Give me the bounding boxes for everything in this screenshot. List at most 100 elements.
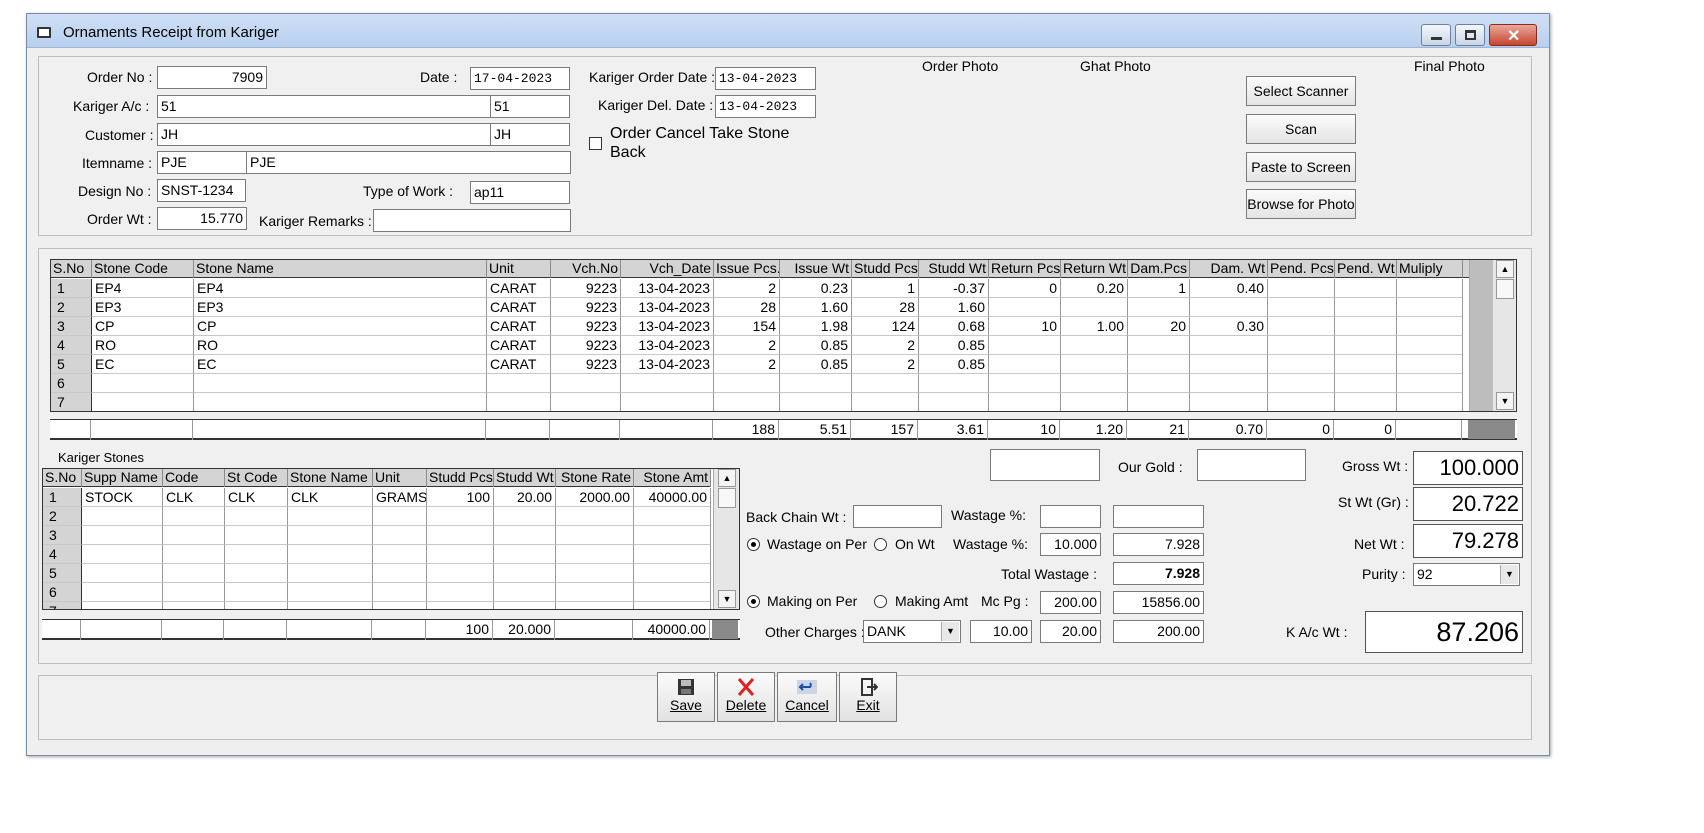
table-cell[interactable] — [1061, 336, 1128, 355]
table-cell[interactable] — [427, 526, 494, 545]
table-cell[interactable]: 0 — [989, 279, 1061, 298]
table-cell[interactable]: 13-04-2023 — [621, 336, 714, 355]
table-cell[interactable] — [1128, 393, 1190, 411]
scroll-up-icon[interactable]: ▲ — [1496, 260, 1514, 278]
table-cell[interactable] — [92, 393, 194, 411]
table-cell[interactable]: 9223 — [551, 336, 621, 355]
table-cell[interactable] — [225, 564, 288, 583]
table-cell[interactable] — [163, 564, 225, 583]
table-cell[interactable] — [225, 507, 288, 526]
table-cell[interactable] — [1061, 355, 1128, 374]
table-cell[interactable]: CARAT — [487, 298, 551, 317]
table-cell[interactable]: EP4 — [194, 279, 487, 298]
table-cell[interactable] — [989, 393, 1061, 411]
minimize-button[interactable] — [1421, 24, 1451, 46]
wastage-value-field[interactable]: 7.928 — [1113, 533, 1204, 556]
table-cell[interactable]: 0.85 — [780, 355, 852, 374]
table-cell[interactable] — [373, 507, 427, 526]
table-cell[interactable] — [1128, 336, 1190, 355]
table-cell[interactable]: RO — [194, 336, 487, 355]
table-cell[interactable] — [852, 374, 919, 393]
other-charges-select[interactable]: DANK ▼ — [863, 620, 961, 643]
table-cell[interactable]: 1.60 — [919, 298, 989, 317]
table-cell[interactable] — [714, 393, 780, 411]
table-cell[interactable]: CLK — [163, 488, 225, 507]
table-cell[interactable]: 2 — [714, 336, 780, 355]
table-cell[interactable]: 0.68 — [919, 317, 989, 336]
table-cell[interactable]: CP — [194, 317, 487, 336]
table-cell[interactable] — [163, 583, 225, 602]
table-cell[interactable]: 28 — [852, 298, 919, 317]
table-cell[interactable] — [82, 602, 163, 609]
table-cell[interactable] — [1397, 279, 1463, 298]
paste-to-screen-button[interactable]: Paste to Screen — [1246, 152, 1356, 182]
kariger-ac-name-field[interactable]: 51 — [490, 95, 570, 118]
table-cell[interactable] — [1061, 298, 1128, 317]
table-cell[interactable] — [621, 393, 714, 411]
order-cancel-checkbox[interactable] — [589, 137, 602, 150]
scroll-down-icon[interactable]: ▼ — [1496, 392, 1514, 410]
wastage-pct-field-1[interactable] — [1040, 505, 1101, 528]
table-cell[interactable] — [634, 507, 711, 526]
table-cell[interactable] — [1128, 355, 1190, 374]
mc-amt-field[interactable]: 15856.00 — [1113, 591, 1204, 614]
table-cell[interactable] — [1268, 298, 1335, 317]
table-cell[interactable]: 0.85 — [780, 336, 852, 355]
customer-name-field[interactable]: JH — [490, 123, 570, 146]
table-cell[interactable] — [373, 545, 427, 564]
table-cell[interactable] — [1397, 374, 1463, 393]
table-cell[interactable]: 2 — [852, 336, 919, 355]
table-cell[interactable] — [1128, 298, 1190, 317]
table-cell[interactable]: 13-04-2023 — [621, 279, 714, 298]
table-cell[interactable] — [82, 545, 163, 564]
table-cell[interactable] — [919, 393, 989, 411]
table-cell[interactable] — [373, 564, 427, 583]
table-cell[interactable] — [989, 374, 1061, 393]
table-cell[interactable]: 20.00 — [494, 488, 556, 507]
table-cell[interactable] — [1335, 317, 1397, 336]
table-cell[interactable]: 0.23 — [780, 279, 852, 298]
table-cell[interactable] — [494, 583, 556, 602]
table-cell[interactable] — [373, 602, 427, 609]
table-cell[interactable] — [82, 526, 163, 545]
table-cell[interactable]: 13-04-2023 — [621, 317, 714, 336]
table-cell[interactable]: 1.60 — [780, 298, 852, 317]
table-cell[interactable] — [427, 564, 494, 583]
on-wt-radio[interactable] — [874, 538, 887, 551]
date-field[interactable]: 17-04-2023 — [470, 67, 570, 90]
table-cell[interactable] — [1190, 393, 1268, 411]
browse-for-photo-button[interactable]: Browse for Photo — [1246, 189, 1356, 219]
table-cell[interactable]: 1 — [852, 279, 919, 298]
kariger-del-date-field[interactable]: 13-04-2023 — [715, 95, 816, 118]
table-cell[interactable]: 100 — [427, 488, 494, 507]
table-cell[interactable] — [1397, 298, 1463, 317]
table-cell[interactable]: CARAT — [487, 336, 551, 355]
table-cell[interactable] — [621, 374, 714, 393]
chevron-down-icon[interactable]: ▼ — [941, 622, 959, 641]
table-cell[interactable] — [494, 602, 556, 609]
table-cell[interactable] — [1335, 393, 1397, 411]
table-cell[interactable] — [1335, 355, 1397, 374]
kariger-stones-grid[interactable]: S.No Supp Name Code St Code Stone Name Unit St… — [42, 468, 740, 610]
itemname-code-field[interactable]: PJE — [157, 151, 247, 174]
table-cell[interactable] — [427, 602, 494, 609]
table-cell[interactable] — [1268, 374, 1335, 393]
table-cell[interactable] — [487, 393, 551, 411]
scroll-thumb[interactable] — [1496, 279, 1514, 299]
table-cell[interactable] — [1268, 279, 1335, 298]
table-cell[interactable] — [1190, 298, 1268, 317]
table-cell[interactable] — [551, 393, 621, 411]
table-cell[interactable]: 0.30 — [1190, 317, 1268, 336]
table-cell[interactable]: 1.00 — [1061, 317, 1128, 336]
scan-button[interactable]: Scan — [1246, 114, 1356, 144]
table-cell[interactable]: CARAT — [487, 279, 551, 298]
table-cell[interactable] — [551, 374, 621, 393]
table-cell[interactable] — [1335, 336, 1397, 355]
table-cell[interactable] — [780, 374, 852, 393]
kariger-stones-scrollbar[interactable]: ▲ ▼ — [713, 469, 739, 609]
table-cell[interactable] — [82, 564, 163, 583]
table-cell[interactable]: 2000.00 — [556, 488, 634, 507]
order-wt-field[interactable]: 15.770 — [157, 207, 247, 230]
stones-grid[interactable]: S.No Stone Code Stone Name Unit Vch.No Vch_Da… — [50, 259, 1517, 412]
chevron-down-icon[interactable]: ▼ — [1500, 565, 1518, 584]
